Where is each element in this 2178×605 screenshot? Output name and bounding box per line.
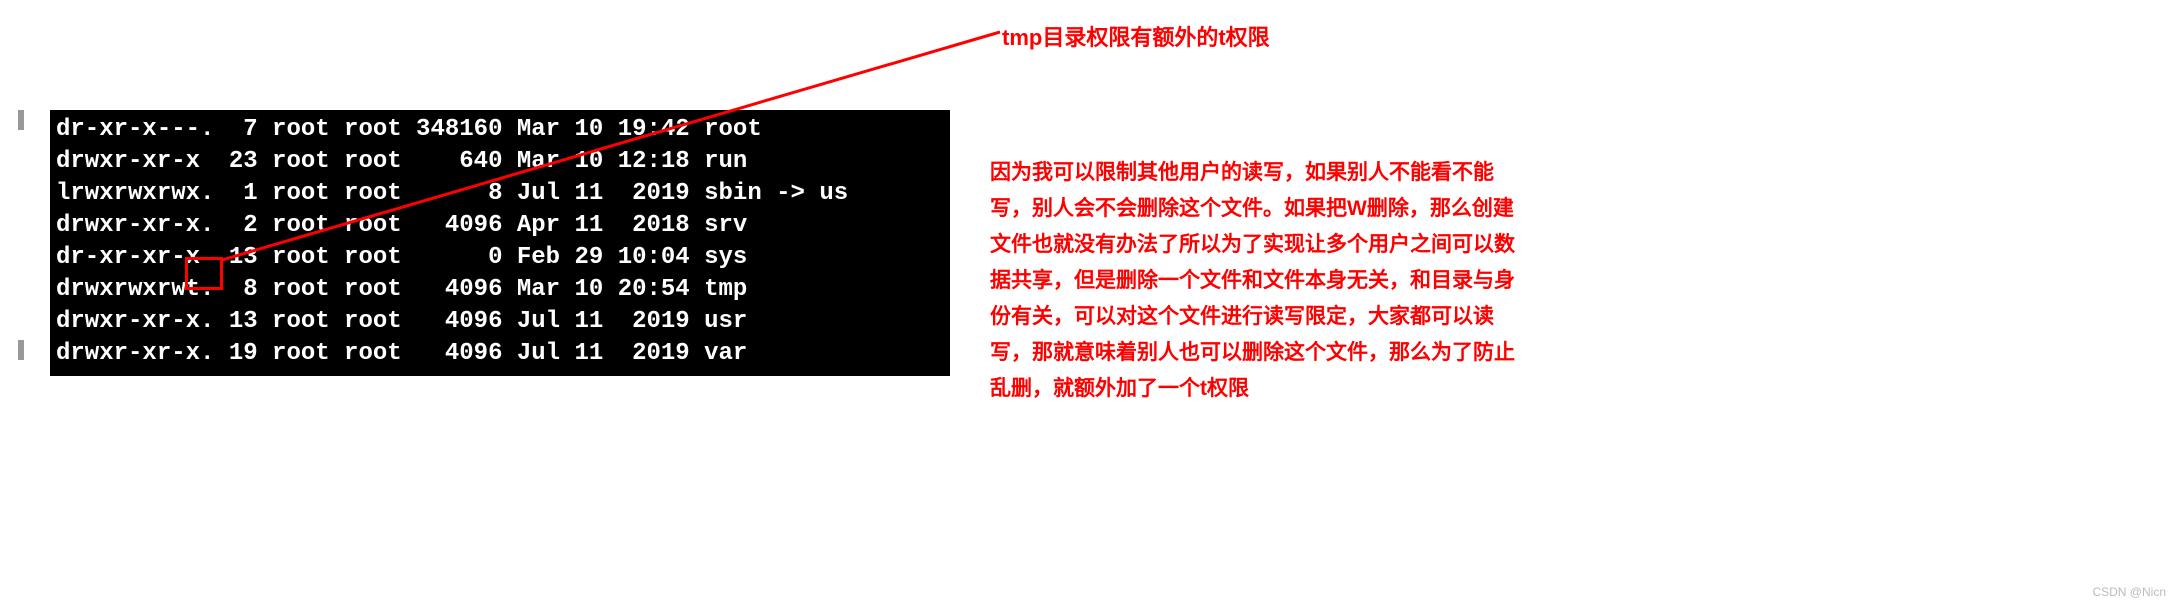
annotation-body: 因为我可以限制其他用户的读写，如果别人不能看不能写，别人会不会删除这个文件。如果… — [990, 155, 1530, 407]
annotation-title: tmp目录权限有额外的t权限 — [1002, 20, 1270, 52]
left-margin-ticks — [18, 110, 24, 370]
terminal-row: drwxr-xr-x. 19 root root 4096 Jul 11 201… — [56, 338, 944, 370]
terminal-row: drwxr-xr-x. 2 root root 4096 Apr 11 2018… — [56, 210, 944, 242]
terminal-row: lrwxrwxrwx. 1 root root 8 Jul 11 2019 sb… — [56, 178, 944, 210]
terminal-row: drwxr-xr-x. 13 root root 4096 Jul 11 201… — [56, 306, 944, 338]
terminal-row: drwxr-xr-x 23 root root 640 Mar 10 12:18… — [56, 146, 944, 178]
terminal-row: dr-xr-x---. 7 root root 348160 Mar 10 19… — [56, 114, 944, 146]
terminal-output: dr-xr-x---. 7 root root 348160 Mar 10 19… — [50, 110, 950, 376]
watermark: CSDN @Nicn — [2092, 585, 2166, 599]
highlight-box-t-permission — [185, 257, 223, 290]
